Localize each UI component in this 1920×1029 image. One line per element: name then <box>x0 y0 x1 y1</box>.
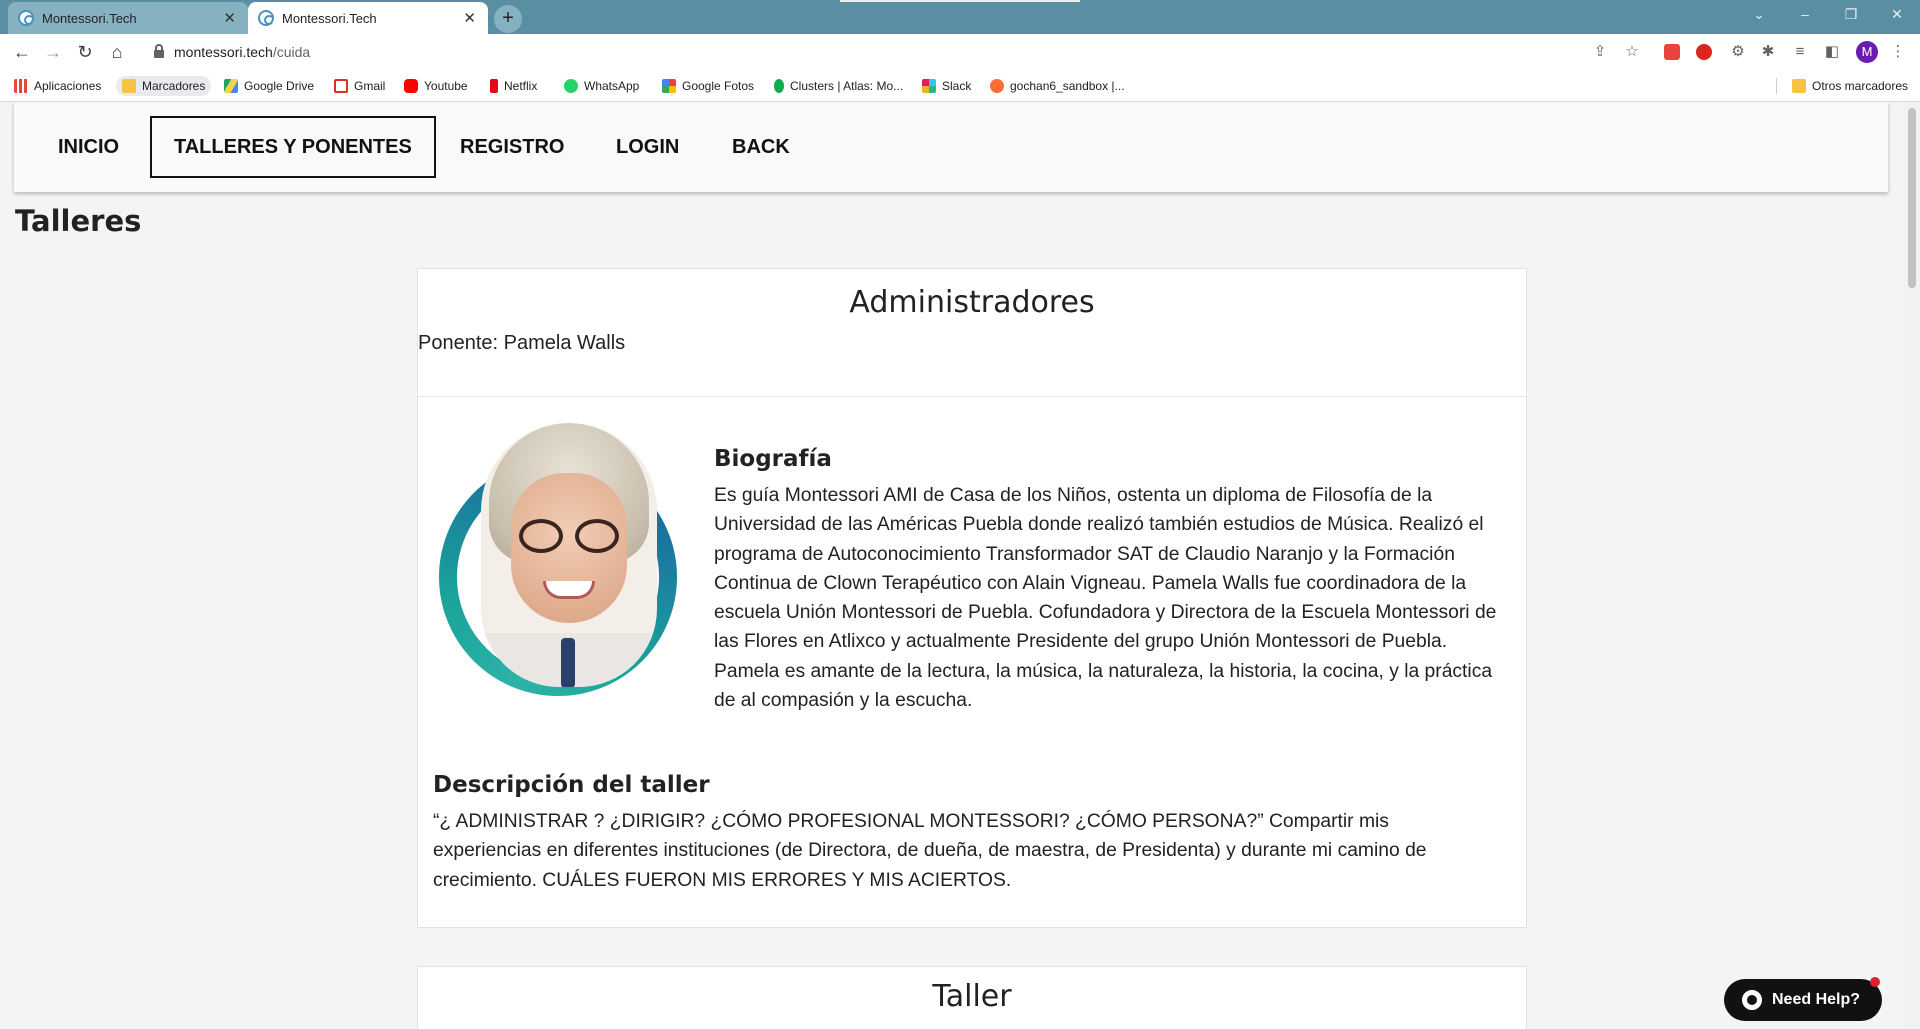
scrollbar-thumb[interactable] <box>1908 108 1916 288</box>
side-panel-icon[interactable]: ◧ <box>1822 42 1842 62</box>
other-bookmarks-folder[interactable]: Otros marcadores <box>1792 76 1908 96</box>
bio-heading: Biografía <box>714 446 832 472</box>
page-title: Talleres <box>15 204 142 238</box>
tab-search-dropdown-icon[interactable]: ⌄ <box>1736 0 1782 30</box>
back-icon[interactable]: ← <box>10 40 34 64</box>
close-tab-icon[interactable]: ✕ <box>463 9 476 27</box>
bookmark-item[interactable]: Aplicaciones <box>14 76 101 96</box>
close-tab-icon[interactable]: ✕ <box>223 9 236 27</box>
nav-registro[interactable]: REGISTRO <box>438 116 586 178</box>
bookmark-folder[interactable]: Marcadores <box>116 76 212 96</box>
folder-icon <box>122 79 136 93</box>
google-drive-icon <box>224 79 238 93</box>
mongodb-icon <box>774 79 784 93</box>
gmail-icon <box>334 79 348 93</box>
new-tab-button[interactable]: + <box>494 5 522 33</box>
bookmark-item[interactable]: Gmail <box>334 76 385 96</box>
description-heading: Descripción del taller <box>433 772 710 798</box>
nav-login[interactable]: LOGIN <box>594 116 701 178</box>
lifebuoy-icon <box>1742 990 1762 1010</box>
restore-button[interactable]: ❐ <box>1828 0 1874 30</box>
workshop-title: Taller <box>932 979 1012 1014</box>
bookmark-item[interactable]: Google Drive <box>224 76 314 96</box>
browser-menu-icon[interactable]: ⋮ <box>1888 42 1908 62</box>
google-photos-icon <box>662 79 676 93</box>
postman-icon <box>990 79 1004 93</box>
tab-drag-region <box>840 0 1080 2</box>
nav-back[interactable]: BACK <box>710 116 812 178</box>
bookmarks-bar: Aplicaciones Marcadores Google Drive Gma… <box>0 70 1920 102</box>
workshop-title: Administradores <box>849 285 1095 320</box>
workshop-card: Taller <box>417 966 1527 1029</box>
profile-avatar[interactable]: M <box>1856 41 1878 63</box>
url-path: /cuida <box>272 44 311 60</box>
bio-text: Es guía Montessori AMI de Casa de los Ni… <box>714 485 1497 712</box>
apps-grid-icon <box>14 79 28 93</box>
folder-icon <box>1792 79 1806 93</box>
bookmark-item[interactable]: gochan6_sandbox |... <box>990 76 1125 96</box>
reading-list-icon[interactable]: ≡ <box>1790 42 1810 62</box>
url-host: montessori.tech <box>174 44 273 60</box>
nav-inicio[interactable]: INICIO <box>36 116 141 178</box>
tab-strip: Montessori.Tech ✕ Montessori.Tech ✕ + ⌄ … <box>0 0 1920 34</box>
browser-toolbar: ← → ↻ ⌂ montessori.tech /cuida ⇪ ☆ ⚙ ✱ ≡… <box>0 34 1920 70</box>
bookmark-star-icon[interactable]: ☆ <box>1622 42 1642 62</box>
speaker-photo <box>437 423 679 696</box>
share-icon[interactable]: ⇪ <box>1590 42 1610 62</box>
bookmark-item[interactable]: Clusters | Atlas: Mo... <box>774 76 903 96</box>
tab-title: Montessori.Tech <box>282 10 377 26</box>
address-bar[interactable]: montessori.tech /cuida <box>140 38 1630 66</box>
speaker-portrait <box>481 423 657 687</box>
netflix-icon <box>490 79 498 93</box>
workshop-card: Administradores Ponente: Pamela Walls Bi… <box>417 268 1527 928</box>
site-favicon-icon <box>258 10 274 26</box>
card-divider <box>418 396 1526 397</box>
site-navbar: INICIO TALLERES Y PONENTES REGISTRO LOGI… <box>14 102 1888 192</box>
whatsapp-icon <box>564 79 578 93</box>
bookmark-item[interactable]: Netflix <box>490 76 537 96</box>
bookmark-item[interactable]: Slack <box>922 76 971 96</box>
youtube-icon <box>404 79 418 93</box>
bookmark-item[interactable]: Google Fotos <box>662 76 754 96</box>
need-help-label: Need Help? <box>1772 991 1861 1008</box>
bookmarks-separator <box>1776 78 1777 94</box>
site-favicon-icon <box>18 10 34 26</box>
minimize-button[interactable]: – <box>1782 0 1828 30</box>
extension-shield-icon[interactable] <box>1696 44 1712 60</box>
browser-tab-active[interactable]: Montessori.Tech ✕ <box>248 2 488 34</box>
close-window-button[interactable]: ✕ <box>1874 0 1920 30</box>
home-icon[interactable]: ⌂ <box>105 40 129 64</box>
need-help-button[interactable]: Need Help? <box>1724 977 1882 1021</box>
lock-icon[interactable] <box>154 44 164 58</box>
slack-icon <box>922 79 936 93</box>
bookmark-item[interactable]: Youtube <box>404 76 468 96</box>
page-scrollbar[interactable] <box>1904 102 1920 1029</box>
extension-gear-icon[interactable]: ⚙ <box>1728 42 1748 62</box>
bookmark-item[interactable]: WhatsApp <box>564 76 639 96</box>
notification-dot <box>1870 977 1880 987</box>
reload-icon[interactable]: ↻ <box>73 40 97 64</box>
extensions-puzzle-icon[interactable]: ✱ <box>1758 42 1778 62</box>
page-viewport: INICIO TALLERES Y PONENTES REGISTRO LOGI… <box>0 102 1904 1029</box>
browser-tab[interactable]: Montessori.Tech ✕ <box>8 2 248 34</box>
tab-title: Montessori.Tech <box>42 10 137 26</box>
extension-red-icon[interactable] <box>1664 44 1680 60</box>
description-text: “¿ ADMINISTRAR ? ¿DIRIGIR? ¿CÓMO PROFESI… <box>433 811 1427 891</box>
forward-icon[interactable]: → <box>41 40 65 64</box>
nav-talleres-y-ponentes[interactable]: TALLERES Y PONENTES <box>150 116 436 178</box>
speaker-name: Ponente: Pamela Walls <box>418 332 626 354</box>
